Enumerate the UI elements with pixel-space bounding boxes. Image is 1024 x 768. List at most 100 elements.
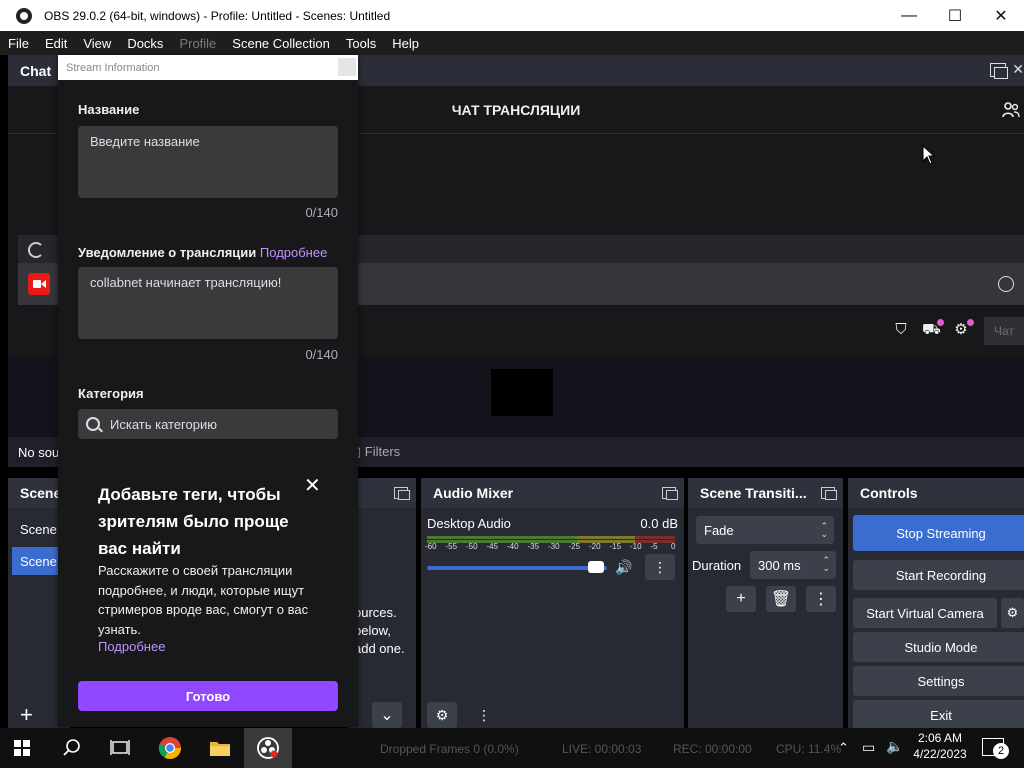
chrome-icon[interactable] [158,736,182,760]
title-counter: 0/140 [305,205,338,220]
chat-send-button[interactable]: Чат [984,317,1024,345]
notification-count-badge: 2 [993,743,1009,759]
meter-tick-label: -20 [589,542,601,551]
sources-hint: ources. below, add one. [354,604,405,658]
meter-tick-label: -50 [466,542,478,551]
notification-learn-more-link[interactable]: Подробнее [260,245,327,260]
add-scene-button[interactable]: + [20,702,33,728]
popup-title: Stream Information [66,61,160,74]
menu-profile[interactable]: Profile [171,36,224,51]
tip-body: Расскажите о своей трансляции подробнее,… [98,563,309,637]
meter-tick-label: -40 [507,542,519,551]
shield-icon[interactable]: ⛉ [892,321,910,339]
obs-icon [257,737,279,759]
meter-tick-label: -35 [527,542,540,551]
studio-mode-button[interactable]: Studio Mode [853,632,1024,662]
preview-canvas[interactable] [491,369,553,416]
transition-menu-button[interactable]: ⋮ [806,586,836,612]
add-transition-button[interactable]: + [726,586,756,612]
volume-icon[interactable]: 🔈 [886,738,903,755]
meter-tick-label: -45 [486,542,499,551]
virtual-camera-settings-icon[interactable]: ⚙ [1001,598,1024,628]
mixer-menu-button[interactable]: ⋮ [469,702,499,728]
controls-dock: Controls Stop Streaming Start Recording … [848,478,1024,730]
gear-icon[interactable]: ⚙ [952,319,974,339]
menu-view[interactable]: View [75,36,119,51]
exit-button[interactable]: Exit [853,700,1024,730]
volume-slider-handle[interactable] [587,561,604,573]
done-button[interactable]: Готово [78,681,338,711]
tip-heading: Добавьте теги, чтобы зрителям было проще… [98,485,289,558]
cpu-status: CPU: 11.4% [776,742,842,756]
clock-date: 4/22/2023 [913,747,967,761]
filters-label: Filters [364,444,401,459]
start-virtual-camera-button[interactable]: Start Virtual Camera [853,598,997,628]
title-bar: OBS 29.0.2 (64-bit, windows) - Profile: … [0,0,1024,31]
meter-tick-label: -60 [425,542,437,551]
search-icon[interactable] [60,736,84,760]
notification-counter: 0/140 [305,347,338,362]
file-explorer-icon[interactable] [208,736,232,760]
community-icon[interactable] [1002,101,1020,119]
tip-learn-more-link[interactable]: Подробнее [98,639,165,654]
menu-edit[interactable]: Edit [37,36,75,51]
move-down-button[interactable]: ⌄ [372,702,402,728]
obs-taskbar-button[interactable] [244,728,292,768]
category-search-input[interactable]: Искать категорию [78,409,338,439]
duration-input[interactable]: 300 ms ⌃ ⌄ [750,551,836,579]
stop-streaming-button[interactable]: Stop Streaming [853,515,1024,551]
mouse-cursor-icon [922,145,936,165]
filters-button[interactable]: ▯ Filters [354,444,400,460]
float-dock-icon[interactable] [990,63,1008,79]
scenes-dock-label: Scene [20,485,62,501]
network-icon[interactable]: ▭ [862,739,875,756]
task-view-icon[interactable] [108,736,132,760]
scene-item-selected[interactable]: Scene [12,547,62,575]
mixer-settings-icon[interactable]: ⚙ [427,702,457,728]
sources-hint-line: add one. [354,641,405,656]
notifications-icon[interactable]: 2 [982,738,1009,759]
notification-input[interactable]: collabnet начинает трансляцию! [78,267,338,339]
volume-slider-track[interactable] [427,566,607,570]
title-input[interactable]: Введите название [78,126,338,198]
float-dock-icon[interactable] [662,487,678,500]
menu-scene-collection[interactable]: Scene Collection [224,36,338,51]
start-recording-button[interactable]: Start Recording [853,560,1024,590]
transition-select[interactable]: Fade ⌃ ⌄ [696,516,834,544]
menu-tools[interactable]: Tools [338,36,384,51]
sources-hint-line: below, [354,623,391,638]
notification-label: Уведомление о трансляции Подробнее [78,245,327,260]
close-button[interactable]: ✕ [978,0,1024,31]
sources-dock: ources. below, add one. ⌄ [348,478,416,728]
duration-value: 300 ms [758,557,801,573]
chevron-updown-icon[interactable]: ⌃ ⌄ [822,556,830,573]
meter-tick-label: 0 [671,542,676,551]
close-dock-icon[interactable]: ✕ [1012,61,1024,78]
meter-tick-label: -55 [445,542,458,551]
minimize-button[interactable]: — [886,0,932,31]
float-dock-icon[interactable] [821,487,837,500]
scene-transitions-dock: Scene Transiti... Fade ⌃ ⌄ Duration 300 m… [688,478,843,728]
tip-close-icon[interactable]: ✕ [304,473,321,498]
maximize-button[interactable]: ☐ [932,0,978,31]
chat-dock-label: Chat [20,62,52,79]
scene-item[interactable]: Scene [12,515,62,543]
trash-icon[interactable]: 🗑 [766,586,796,612]
float-dock-icon[interactable] [394,487,410,500]
menu-help[interactable]: Help [384,36,427,51]
settings-button[interactable]: Settings [853,666,1024,696]
speaker-icon[interactable]: 🔊 [615,559,632,576]
emoji-icon[interactable] [998,276,1014,292]
cart-icon[interactable]: ⛟ [922,319,944,339]
duration-label: Duration [692,558,742,573]
popup-close-button[interactable] [338,58,356,76]
no-sources-text: No sou [18,445,60,460]
channel-menu-button[interactable]: ⋮ [645,554,675,580]
tray-chevron-up-icon[interactable]: ⌃ [838,740,849,756]
loading-spinner-icon [28,242,44,258]
clock[interactable]: 2:06 AM 4/22/2023 [912,731,968,761]
menu-docks[interactable]: Docks [119,36,171,51]
windows-start-icon[interactable] [14,740,30,756]
menu-file[interactable]: File [0,36,37,51]
chevron-updown-icon: ⌃ ⌄ [820,521,828,539]
